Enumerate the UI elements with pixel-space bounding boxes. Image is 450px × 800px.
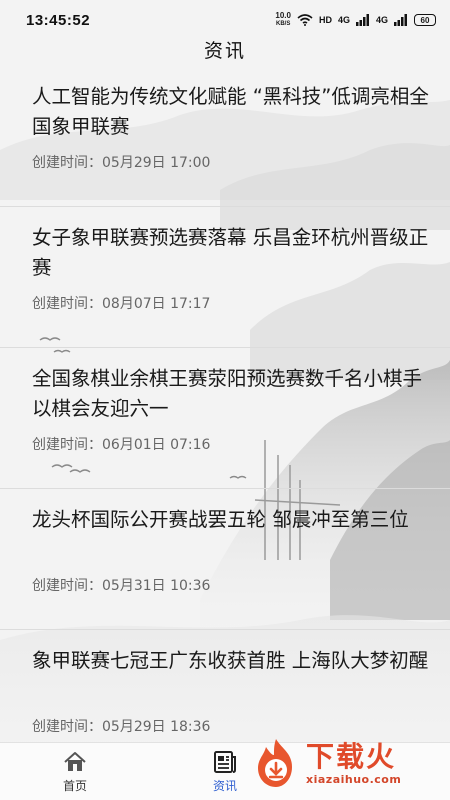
watermark-url: xiazaihuo.com [306, 772, 402, 786]
network-label-2: 4G [375, 14, 388, 25]
page-header: 资讯 [0, 34, 450, 64]
network-speed: 10.0 KB/S [275, 12, 291, 28]
news-time: 创建时间：05月29日 18:36 [32, 719, 211, 735]
home-icon [64, 751, 86, 771]
news-item[interactable]: 女子象甲联赛预选赛落幕 乐昌金环杭州晋级正赛 创建时间：08月07日 17:17 [0, 207, 450, 348]
tab-news-label: 资讯 [212, 778, 237, 793]
news-list: 人工智能为传统文化赋能 “黑科技”低调亮相全国象甲联赛 创建时间：05月29日 … [0, 66, 450, 771]
watermark-main: 下载火 [306, 739, 397, 773]
hd-label: HD [318, 14, 332, 25]
network-label-1: 4G [337, 14, 350, 25]
flame-logo-icon [258, 739, 292, 787]
watermark-logo: 下载火 xiazaihuo.com [252, 732, 442, 794]
signal-icon [355, 14, 369, 26]
battery-icon: 60 [414, 14, 436, 26]
news-title: 女子象甲联赛预选赛落幕 乐昌金环杭州晋级正赛 [32, 226, 429, 279]
news-time: 创建时间：06月01日 07:16 [32, 437, 211, 453]
speed-unit: KB/S [276, 21, 291, 27]
news-item[interactable]: 人工智能为传统文化赋能 “黑科技”低调亮相全国象甲联赛 创建时间：05月29日 … [0, 66, 450, 207]
news-time: 创建时间：05月29日 17:00 [32, 155, 211, 171]
news-icon [214, 750, 236, 773]
status-time: 13:45:52 [26, 11, 91, 29]
news-time: 创建时间：08月07日 17:17 [32, 296, 211, 312]
news-title: 全国象棋业余棋王赛荥阳预选赛数千名小棋手以棋会友迎六一 [32, 367, 423, 420]
tab-home[interactable]: 首页 [0, 743, 150, 800]
news-title: 象甲联赛七冠王广东收获首胜 上海队大梦初醒 [32, 649, 429, 672]
news-item[interactable]: 龙头杯国际公开赛战罢五轮 邹晨冲至第三位 创建时间：05月31日 10:36 [0, 489, 450, 630]
wifi-icon [297, 14, 313, 26]
status-icons: 10.0 KB/S HD 4G 4G 60 [275, 12, 436, 28]
news-title: 人工智能为传统文化赋能 “黑科技”低调亮相全国象甲联赛 [32, 85, 429, 138]
tab-home-label: 首页 [62, 778, 87, 793]
watermark-text: 下载火 xiazaihuo.com [306, 739, 402, 786]
signal-icon [394, 14, 407, 26]
news-title: 龙头杯国际公开赛战罢五轮 邹晨冲至第三位 [32, 508, 409, 531]
news-time: 创建时间：05月31日 10:36 [32, 578, 211, 594]
news-item[interactable]: 全国象棋业余棋王赛荥阳预选赛数千名小棋手以棋会友迎六一 创建时间：06月01日 … [0, 348, 450, 489]
speed-value: 10.0 [275, 11, 291, 20]
battery-level: 60 [420, 15, 430, 25]
page-title: 资讯 [203, 39, 246, 62]
